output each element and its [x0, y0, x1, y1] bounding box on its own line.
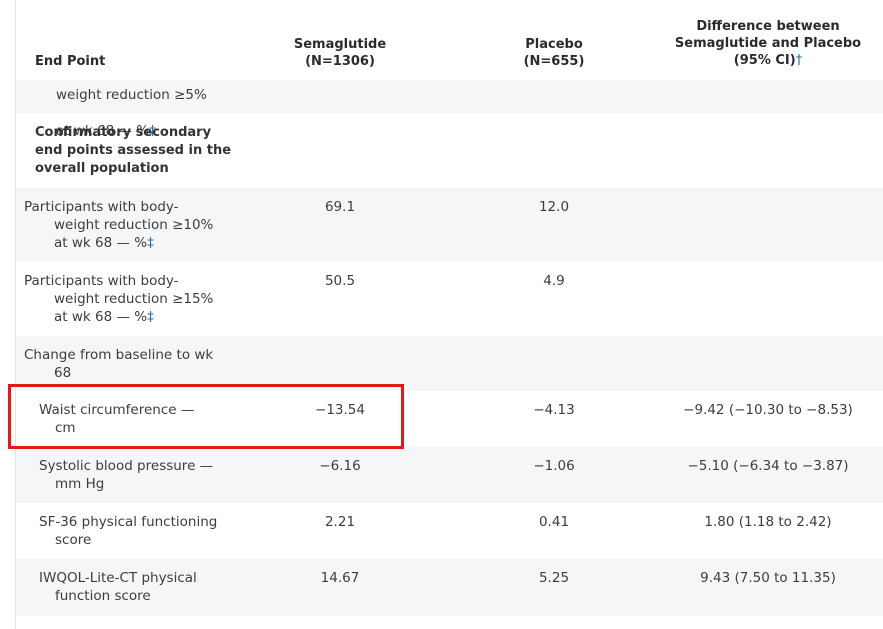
row-label-line3: at wk 68 — %: [54, 235, 148, 251]
row-label-line1: Systolic blood pressure —: [39, 458, 214, 474]
row-label-line3-wrap: at wk 68 — %‡: [24, 234, 213, 252]
placebo-value: −1.06: [533, 458, 575, 474]
header-difference-line2: Semaglutide and Placebo: [674, 36, 862, 51]
header-difference-line1: Difference between: [696, 19, 840, 34]
highlight-box: [8, 384, 404, 449]
table-row: SF-36 physical functioning score 2.21 0.…: [16, 503, 883, 559]
header-difference-line3: (95% CI): [733, 53, 796, 68]
placebo-value: 5.25: [538, 570, 570, 586]
table-row: Participants with body- weight reduction…: [16, 188, 883, 262]
row-label: IWQOL-Lite-CT physical function score: [39, 569, 197, 605]
placebo-value: 12.0: [538, 199, 570, 215]
header-placebo: Placebo (N=655): [474, 36, 634, 70]
header-semaglutide-line1: Semaglutide: [293, 37, 387, 52]
row-label: Participants with body- weight reduction…: [24, 272, 213, 326]
row-label-line1: Participants with body-: [24, 273, 179, 289]
placebo-value: 0.41: [538, 514, 570, 530]
subgroup-heading-line1: Change from baseline to wk: [24, 347, 214, 363]
row-label-line2: weight reduction ≥10%: [54, 217, 214, 233]
section-heading: Confirmatory secondary end points assess…: [35, 124, 231, 178]
table-header: End Point Semaglutide (N=1306) Placebo (…: [16, 0, 883, 80]
row-label: Participants with body- weight reduction…: [24, 198, 213, 252]
row-label-line1: SF-36 physical functioning: [39, 514, 218, 530]
semaglutide-value: 69.1: [324, 199, 356, 215]
section-heading-line2: end points assessed in the: [35, 143, 232, 158]
row-label-line2: function score: [55, 588, 151, 604]
footnote-mark: ‡: [147, 309, 154, 325]
table-row: Participants with body- weight reduction…: [16, 262, 883, 336]
row-label-line1: Participants with body-: [24, 199, 179, 215]
table-row: IWQOL-Lite-CT physical function score 14…: [16, 559, 883, 616]
semaglutide-value: 50.5: [324, 273, 356, 289]
header-end-point: End Point: [35, 54, 106, 69]
section-heading-line1: Confirmatory secondary: [35, 125, 212, 140]
subgroup-heading-line2: 68: [54, 365, 72, 381]
header-difference-line3-wrap: (95% CI)†: [658, 52, 878, 69]
header-semaglutide-line2: (N=1306): [305, 54, 375, 69]
footnote-link[interactable]: †: [796, 53, 803, 68]
placebo-value: 4.9: [543, 273, 565, 289]
subgroup-heading: Change from baseline to wk 68: [24, 346, 213, 382]
difference-value: 1.80 (1.18 to 2.42): [704, 514, 832, 530]
row-label: Systolic blood pressure — mm Hg: [39, 457, 213, 493]
header-placebo-line1: Placebo: [525, 37, 583, 52]
footnote-mark: ‡: [147, 235, 154, 251]
header-difference: Difference between Semaglutide and Place…: [658, 18, 878, 69]
placebo-value: −4.13: [533, 402, 575, 418]
semaglutide-value: −6.16: [319, 458, 361, 474]
section-heading-row: Confirmatory secondary end points assess…: [16, 113, 883, 188]
header-placebo-line2: (N=655): [523, 54, 585, 69]
results-table: weight reduction ≥5% at wk 68 — %‡ Confi…: [0, 0, 883, 629]
semaglutide-value: 2.21: [324, 514, 356, 530]
row-label-line1: IWQOL-Lite-CT physical: [39, 570, 197, 586]
row-label-line2: score: [55, 532, 92, 548]
semaglutide-value: 14.67: [320, 570, 360, 586]
difference-value: −5.10 (−6.34 to −3.87): [687, 458, 849, 474]
header-semaglutide: Semaglutide (N=1306): [260, 36, 420, 70]
subgroup-heading-row: Change from baseline to wk 68: [16, 336, 883, 391]
row-label-line3: at wk 68 — %: [54, 309, 148, 325]
difference-value: −9.42 (−10.30 to −8.53): [683, 402, 853, 418]
section-heading-line3: overall population: [35, 161, 169, 176]
row-label: SF-36 physical functioning score: [39, 513, 217, 549]
row-label-line2: mm Hg: [55, 476, 105, 492]
difference-value: 9.43 (7.50 to 11.35): [700, 570, 836, 586]
partial-row-line1: weight reduction ≥5%: [56, 87, 207, 103]
row-label-line2: weight reduction ≥15%: [54, 291, 214, 307]
row-label-line3-wrap: at wk 68 — %‡: [24, 308, 213, 326]
table-row: Systolic blood pressure — mm Hg −6.16 −1…: [16, 447, 883, 503]
